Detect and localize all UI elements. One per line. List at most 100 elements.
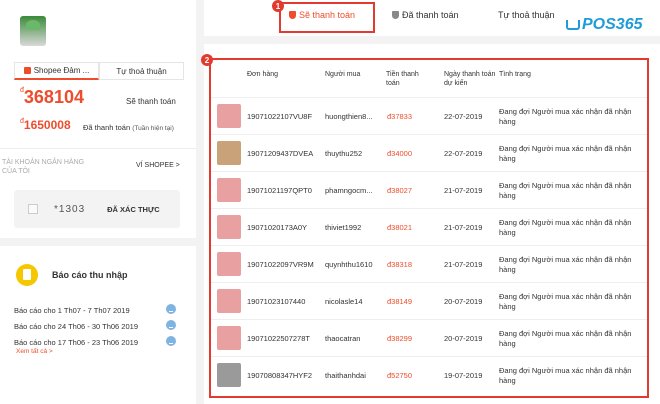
table-row[interactable]: 19071022097VR9M quynhthu1610 đ38318 21-07-2… — [211, 245, 647, 283]
col-header-status: Tình trạng — [499, 71, 531, 78]
report-icon — [16, 264, 38, 286]
order-status: Đang đợi Người mua xác nhận đã nhận hàng — [499, 366, 632, 385]
expected-date: 21-07-2019 — [444, 260, 483, 269]
bank-card-icon — [28, 204, 38, 214]
tab-shopee-guarantee[interactable]: Shopee Đảm ... — [14, 62, 99, 80]
paid-label-note: (Tuần hiện tại) — [132, 125, 174, 132]
table-row[interactable]: 19071022107VU8F huongthien8... đ37833 22-07… — [211, 97, 647, 135]
annotation-box-tab — [279, 2, 375, 33]
order-code: 19071022097VR9M — [247, 260, 314, 269]
payment-amount: đ38299 — [387, 334, 413, 343]
order-status: Đang đợi Người mua xác nhận đã nhận hàng — [499, 144, 632, 163]
expected-date: 20-07-2019 — [444, 334, 483, 343]
shield-icon — [392, 11, 399, 19]
seller-wallet-page: Shopee Đảm ... Tự thoả thuận đ368104 Sẽ … — [0, 0, 660, 404]
payment-amount: đ38318 — [387, 260, 413, 269]
buyer-name: thaithanhdai — [325, 371, 366, 380]
payment-amount: đ37833 — [387, 112, 413, 121]
order-status: Đang đợi Người mua xác nhận đã nhận hàng — [499, 255, 632, 274]
tab-agreement[interactable]: Tự thoả thuận — [498, 10, 555, 20]
divider — [0, 148, 196, 149]
annotation-badge-1: 1 — [272, 0, 284, 12]
order-status: Đang đợi Người mua xác nhận đã nhận hàng — [499, 181, 632, 200]
card-verified-status: ĐÃ XÁC THỰC — [107, 204, 160, 214]
report-item-label: Báo cáo cho 24 Th06 - 30 Th06 2019 — [14, 322, 138, 331]
table-row[interactable]: 19071021197QPT0 phamngocm... đ38027 21-07-2… — [211, 171, 647, 209]
expected-date: 20-07-2019 — [444, 297, 483, 306]
payment-amount: đ34000 — [387, 149, 413, 158]
paid-label-text: Đã thanh toán — [83, 123, 131, 132]
table-row[interactable]: 19071020173A0Y thiviet1992 đ38021 21-07-201… — [211, 208, 647, 246]
table-row[interactable]: 19071023107440 nicolasle14 đ38149 20-07-201… — [211, 282, 647, 320]
product-thumbnail[interactable] — [217, 363, 241, 387]
buyer-name: quynhthu1610 — [325, 260, 373, 269]
buyer-name: thuythu252 — [325, 149, 363, 158]
bank-account-title: TÀI KHOẢN NGÂN HÀNG CỦA TÔI — [2, 159, 85, 175]
tab-agreement-label: Tự thoả thuận — [116, 66, 167, 76]
tab-agreement-label: Tự thoả thuận — [498, 10, 555, 20]
payment-amount: đ38027 — [387, 186, 413, 195]
tab-paid[interactable]: Đã thanh toán — [392, 10, 459, 20]
see-all-link[interactable]: Xem tất cả > — [16, 348, 53, 355]
product-thumbnail[interactable] — [217, 326, 241, 350]
report-item[interactable]: Báo cáo cho 1 Th07 - 7 Th07 2019 — [14, 304, 180, 315]
tab-shopee-label: Shopee Đảm ... — [33, 66, 90, 75]
col-header-order: Đơn hàng — [247, 71, 279, 78]
expected-date: 21-07-2019 — [444, 186, 483, 195]
pending-amount: đ368104 — [20, 87, 84, 108]
order-code: 19071023107440 — [247, 297, 306, 306]
income-report-panel: Báo cáo thu nhập Báo cáo cho 1 Th07 - 7 … — [0, 246, 196, 404]
cart-icon — [566, 20, 580, 30]
col-header-amount: Tiền thanh toán — [386, 71, 419, 87]
product-thumbnail[interactable] — [217, 178, 241, 202]
download-icon[interactable] — [166, 304, 176, 314]
shopee-icon — [23, 67, 31, 74]
col-header-buyer: Người mua — [325, 71, 361, 78]
product-thumbnail[interactable] — [217, 141, 241, 165]
payment-amount: đ38149 — [387, 297, 413, 306]
table-row[interactable]: 19070808347HYF2 thaithanhdai đ52750 19-07-2… — [211, 356, 647, 394]
paid-amount-value: 1650008 — [23, 118, 71, 132]
product-thumbnail[interactable] — [217, 215, 241, 239]
paid-amount-label: Đã thanh toán (Tuần hiện tại) — [83, 123, 174, 132]
payment-type-tabs: Shopee Đảm ... Tự thoả thuận — [14, 62, 184, 80]
col-header-date: Ngày thanh toán dự kiến — [444, 71, 496, 87]
payment-amount: đ38021 — [387, 223, 413, 232]
payment-amount: đ52750 — [387, 371, 413, 380]
download-icon[interactable] — [166, 336, 176, 346]
table-row[interactable]: 19071022507278T thaocatran đ38299 20-07-201… — [211, 319, 647, 357]
expected-date: 19-07-2019 — [444, 371, 483, 380]
order-code: 19070808347HYF2 — [247, 371, 313, 380]
report-item[interactable]: Báo cáo cho 17 Th06 - 23 Th06 2019 — [14, 336, 180, 347]
buyer-name: phamngocm... — [325, 186, 373, 195]
order-code: 19071022507278T — [247, 334, 310, 343]
buyer-name: thiviet1992 — [325, 223, 362, 232]
product-thumbnail[interactable] — [217, 104, 241, 128]
report-item-label: Báo cáo cho 17 Th06 - 23 Th06 2019 — [14, 338, 138, 347]
tab-paid-label: Đã thanh toán — [402, 10, 459, 20]
product-thumbnail[interactable] — [217, 289, 241, 313]
order-code: 19071209437DVEA — [247, 149, 314, 158]
buyer-name: nicolasle14 — [325, 297, 363, 306]
order-status: Đang đợi Người mua xác nhận đã nhận hàng — [499, 329, 632, 348]
pos365-logo: POS365 — [566, 16, 642, 34]
avatar[interactable] — [20, 16, 46, 46]
buyer-name: huongthien8... — [325, 112, 373, 121]
expected-date: 21-07-2019 — [444, 223, 483, 232]
product-thumbnail[interactable] — [217, 252, 241, 276]
shopee-wallet-link[interactable]: VÍ SHOPEE > — [136, 162, 180, 169]
balance-panel: Shopee Đảm ... Tự thoả thuận đ368104 Sẽ … — [0, 0, 196, 238]
paid-amount: đ1650008 — [20, 118, 71, 132]
pending-amount-label: Sẽ thanh toán — [126, 97, 176, 106]
order-status: Đang đợi Người mua xác nhận đã nhận hàng — [499, 218, 632, 237]
table-row[interactable]: 19071209437DVEA thuythu252 đ34000 22-07-201… — [211, 134, 647, 172]
report-title: Báo cáo thu nhập — [52, 270, 128, 280]
order-status: Đang đợi Người mua xác nhận đã nhận hàng — [499, 107, 632, 126]
bank-card[interactable]: *1303 ĐÃ XÁC THỰC — [14, 190, 180, 228]
download-icon[interactable] — [166, 320, 176, 330]
tab-self-agreement[interactable]: Tự thoả thuận — [99, 62, 184, 80]
order-code: 19071020173A0Y — [247, 223, 308, 232]
expected-date: 22-07-2019 — [444, 149, 483, 158]
report-item[interactable]: Báo cáo cho 24 Th06 - 30 Th06 2019 — [14, 320, 180, 331]
buyer-name: thaocatran — [325, 334, 361, 343]
